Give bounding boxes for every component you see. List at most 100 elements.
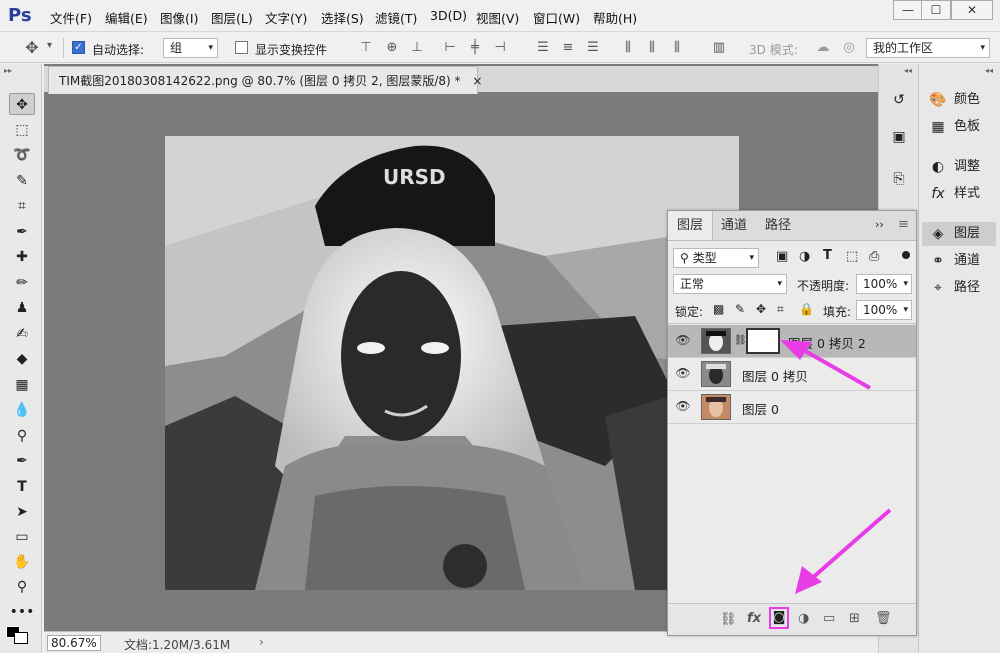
visibility-eye-icon[interactable]: 👁	[674, 399, 692, 415]
marquee-tool-icon[interactable]: ⬚	[9, 119, 35, 141]
menu-select[interactable]: 选择(S)	[321, 8, 364, 27]
menu-3d[interactable]: 3D(D)	[430, 8, 467, 23]
menu-file[interactable]: 文件(F)	[50, 8, 92, 27]
clone-stamp-tool-icon[interactable]: ♟	[9, 297, 35, 319]
panel-layers[interactable]: ◈ 图层	[922, 222, 996, 246]
layer-name[interactable]: 图层 0 拷贝	[742, 366, 808, 385]
fill-input[interactable]: 100% ▾	[856, 300, 912, 320]
crop-tool-icon[interactable]: ⌗	[9, 195, 35, 217]
lasso-tool-icon[interactable]: ➰	[9, 144, 35, 166]
healing-brush-tool-icon[interactable]: ✚	[9, 246, 35, 268]
blur-tool-icon[interactable]: 💧	[9, 399, 35, 421]
delete-layer-icon[interactable]: 🗑	[875, 611, 892, 626]
layer-name[interactable]: 图层 0	[742, 399, 779, 418]
new-group-icon[interactable]: ▭	[823, 611, 835, 626]
add-mask-icon[interactable]: ◙	[769, 607, 789, 629]
panel-color[interactable]: 🎨 颜色	[922, 88, 996, 112]
visibility-eye-icon[interactable]: 👁	[674, 333, 692, 349]
quick-select-tool-icon[interactable]: ✎	[9, 170, 35, 192]
distribute-top-icon[interactable]: ☰	[534, 39, 552, 57]
panel-paths[interactable]: ⌖ 路径	[922, 276, 996, 300]
type-tool-icon[interactable]: T	[9, 476, 35, 498]
align-right-icon[interactable]: ⊣	[491, 39, 509, 57]
expand-icon[interactable]: ››	[875, 218, 884, 231]
filter-smart-object-icon[interactable]: ⎙	[869, 249, 879, 264]
align-bottom-icon[interactable]: ⊥	[408, 39, 426, 57]
image-canvas[interactable]: URSD	[165, 136, 739, 590]
move-tool-icon[interactable]: ✥	[9, 93, 35, 115]
zoom-tool-icon[interactable]: ⚲	[9, 576, 35, 598]
dodge-tool-icon[interactable]: ⚲	[9, 425, 35, 447]
chevron-down-icon[interactable]: ▾	[47, 40, 52, 51]
lock-transparent-icon[interactable]: ▩	[713, 302, 724, 316]
show-transform-checkbox[interactable]	[235, 41, 248, 54]
lock-artboard-icon[interactable]: ⌗	[777, 302, 784, 317]
panel-channels[interactable]: ⚭ 通道	[922, 249, 996, 273]
more-tools-icon[interactable]: •••	[9, 601, 35, 623]
move-tool-preset-icon[interactable]: ✥	[23, 39, 41, 57]
menu-filter[interactable]: 滤镜(T)	[375, 8, 417, 27]
minimize-button[interactable]: —	[893, 0, 923, 20]
collapse-icon[interactable]: ◂◂	[904, 66, 912, 75]
history-panel-icon[interactable]: ↺	[886, 89, 912, 111]
menu-layer[interactable]: 图层(L)	[211, 8, 253, 27]
blend-mode-dropdown[interactable]: 正常 ▾	[673, 274, 787, 294]
maximize-button[interactable]: ☐	[921, 0, 951, 20]
filter-adjustment-icon[interactable]: ◑	[799, 249, 810, 264]
document-tab[interactable]: TIM截图20180308142622.png @ 80.7% (图层 0 拷贝…	[48, 66, 482, 94]
collapse-icon[interactable]: ▸▸	[4, 66, 12, 75]
distribute-left-icon[interactable]: ⫼	[619, 39, 637, 57]
distribute-bottom-icon[interactable]: ☰	[584, 39, 602, 57]
workspace-dropdown[interactable]: 我的工作区 ▾	[866, 38, 990, 58]
panel-swatches[interactable]: ▦ 色板	[922, 115, 996, 139]
status-menu-arrow-icon[interactable]: ›	[259, 635, 264, 649]
align-top-icon[interactable]: ⊤	[357, 39, 375, 57]
new-layer-icon[interactable]: ⊞	[849, 611, 860, 626]
align-vcenter-icon[interactable]: ⊕	[383, 39, 401, 57]
auto-select-checkbox[interactable]: ✓	[72, 41, 85, 54]
auto-align-icon[interactable]: ▥	[710, 39, 728, 57]
tab-layers[interactable]: 图层	[668, 211, 714, 240]
lock-position-icon[interactable]: ✥	[756, 302, 766, 316]
layer-row[interactable]: 👁 图层 0	[668, 391, 916, 424]
gradient-tool-icon[interactable]: ▦	[9, 374, 35, 396]
menu-view[interactable]: 视图(V)	[476, 8, 519, 27]
filter-toggle-icon[interactable]	[902, 251, 910, 259]
properties-panel-icon[interactable]: ▣	[886, 126, 912, 148]
eyedropper-tool-icon[interactable]: ✒	[9, 221, 35, 243]
layer-row[interactable]: 👁 ⛓ 图层 0 拷贝 2	[668, 325, 916, 358]
filter-type-icon[interactable]: T	[823, 248, 832, 263]
layer-row[interactable]: 👁 图层 0 拷贝	[668, 358, 916, 391]
layer-name[interactable]: 图层 0 拷贝 2	[788, 333, 866, 352]
layer-filter-dropdown[interactable]: ⚲ 类型 ▾	[673, 248, 759, 268]
character-panel-icon[interactable]: ⎘	[886, 168, 912, 190]
3d-roll-icon[interactable]: ◎	[840, 39, 858, 57]
layer-mask-thumbnail[interactable]	[746, 328, 780, 354]
history-brush-tool-icon[interactable]: ✍	[9, 323, 35, 345]
visibility-eye-icon[interactable]: 👁	[674, 366, 692, 382]
menu-help[interactable]: 帮助(H)	[593, 8, 637, 27]
background-color-swatch[interactable]	[14, 632, 28, 644]
chain-link-icon[interactable]: ⛓	[734, 335, 747, 346]
link-layers-icon[interactable]: ⛓	[720, 612, 737, 627]
menu-type[interactable]: 文字(Y)	[265, 8, 307, 27]
close-button[interactable]: ✕	[951, 0, 993, 20]
auto-select-dropdown[interactable]: 组 ▾	[163, 38, 218, 58]
pen-tool-icon[interactable]: ✒	[9, 450, 35, 472]
fx-icon[interactable]: fx	[747, 611, 761, 626]
zoom-level[interactable]: 80.67%	[47, 635, 101, 651]
distribute-hcenter-icon[interactable]: ⫼	[643, 39, 661, 57]
filter-shape-icon[interactable]: ⬚	[846, 249, 858, 264]
menu-image[interactable]: 图像(I)	[160, 8, 198, 27]
opacity-input[interactable]: 100% ▾	[856, 274, 912, 294]
path-select-tool-icon[interactable]: ➤	[9, 501, 35, 523]
distribute-right-icon[interactable]: ⫼	[668, 39, 686, 57]
panel-styles[interactable]: fx 样式	[922, 182, 996, 206]
hand-tool-icon[interactable]: ✋	[9, 551, 35, 573]
rectangle-tool-icon[interactable]: ▭	[9, 526, 35, 548]
menu-edit[interactable]: 编辑(E)	[105, 8, 148, 27]
filter-pixel-icon[interactable]: ▣	[776, 249, 788, 264]
tab-paths[interactable]: 路径	[756, 211, 800, 240]
tab-channels[interactable]: 通道	[712, 211, 756, 240]
panel-menu-icon[interactable]: ≡	[898, 217, 909, 232]
